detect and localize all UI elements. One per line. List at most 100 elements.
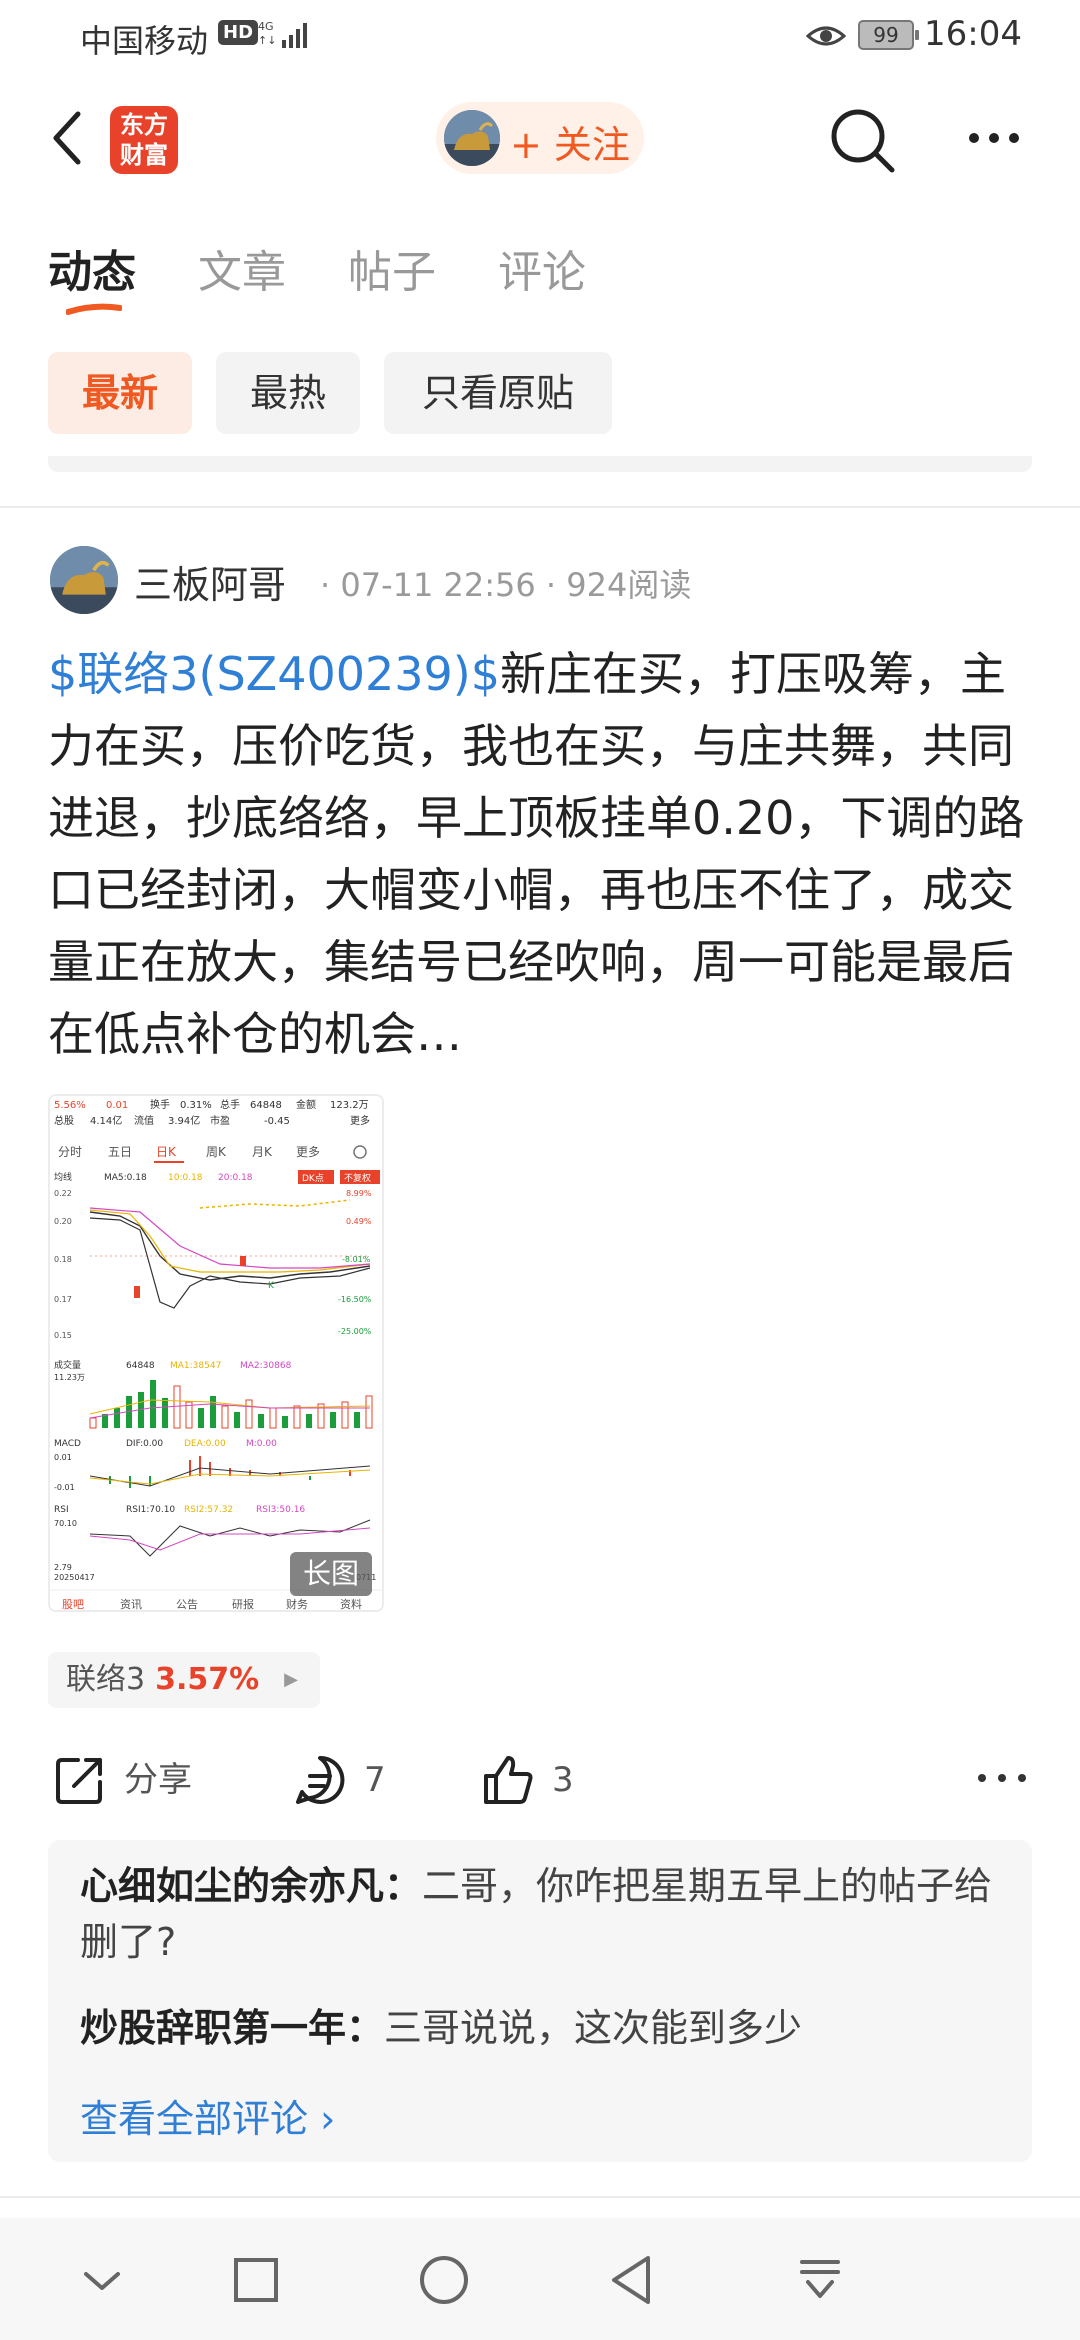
svg-text:MA1:38547: MA1:38547 [170, 1361, 221, 1371]
svg-text:RSI3:50.16: RSI3:50.16 [256, 1505, 305, 1515]
svg-text:换手: 换手 [150, 1098, 170, 1111]
comment-item[interactable]: 炒股辞职第一年：三哥说说，这次能到多少 [80, 2000, 1010, 2056]
bottom-divider [0, 2196, 1080, 2198]
long-image-badge: 长图 [290, 1552, 372, 1596]
svg-text:成交量: 成交量 [54, 1359, 81, 1371]
svg-text:20:0.18: 20:0.18 [218, 1173, 253, 1183]
author-name[interactable]: 三板阿哥 [134, 554, 286, 609]
svg-text:DK点: DK点 [302, 1173, 324, 1184]
svg-text:-0.01: -0.01 [54, 1483, 75, 1492]
back-triangle-icon[interactable] [602, 2250, 662, 2310]
svg-text:研报: 研报 [232, 1597, 254, 1611]
author-avatar[interactable] [50, 546, 118, 614]
post-more-icon[interactable] [976, 1768, 1028, 1788]
post-text: 新庄在买，打压吸筹，主力在买，压价吃货，我也在买，与庄共舞，共同进退，抄底络络，… [48, 647, 1025, 1061]
svg-text:RSI: RSI [54, 1505, 69, 1515]
comment-item[interactable]: 心细如尘的余亦凡：二哥，你咋把星期五早上的帖子给删了? [80, 1858, 1010, 1970]
filter-latest[interactable]: 最新 [48, 352, 192, 434]
svg-text:DEA:0.00: DEA:0.00 [184, 1439, 226, 1449]
svg-text:月K: 月K [252, 1145, 273, 1159]
svg-text:8.99%: 8.99% [346, 1189, 372, 1198]
stock-name: 联络3 [66, 1662, 146, 1697]
stock-quote-chip[interactable]: 联络3 3.57% ▶ [48, 1652, 320, 1708]
svg-text:周K: 周K [206, 1145, 227, 1159]
svg-text:M:0.00: M:0.00 [246, 1439, 277, 1449]
svg-text:20250417: 20250417 [54, 1573, 95, 1582]
svg-text:123.2万: 123.2万 [330, 1100, 369, 1111]
comment-count: 7 [364, 1759, 386, 1800]
svg-text:DIF:0.00: DIF:0.00 [126, 1439, 163, 1449]
share-icon [56, 1757, 102, 1804]
svg-text:更多: 更多 [296, 1145, 320, 1159]
tab-posts[interactable]: 帖子 [348, 236, 436, 300]
commenter-name[interactable]: 炒股辞职第一年： [80, 2006, 384, 2050]
comments-preview[interactable]: 心细如尘的余亦凡：二哥，你咋把星期五早上的帖子给删了? 炒股辞职第一年：三哥说说… [48, 1840, 1032, 2162]
svg-text:0.01: 0.01 [106, 1100, 128, 1111]
svg-text:分时: 分时 [58, 1145, 82, 1159]
svg-text:0.01: 0.01 [54, 1453, 72, 1462]
recent-apps-icon[interactable] [226, 2250, 286, 2310]
svg-text:资讯: 资讯 [120, 1598, 142, 1611]
svg-text:RSI2:57.32: RSI2:57.32 [184, 1505, 233, 1515]
play-arrow-icon: ▶ [284, 1669, 298, 1690]
collapsed-panel-edge [48, 456, 1032, 472]
svg-text:-0.45: -0.45 [264, 1116, 290, 1127]
stock-change: 3.57% [155, 1662, 260, 1697]
svg-text:MA2:30868: MA2:30868 [240, 1361, 292, 1371]
app-logo[interactable]: 东方 财富 [110, 106, 178, 174]
share-label: 分享 [124, 1759, 192, 1800]
svg-text:五日: 五日 [108, 1145, 132, 1159]
svg-text:金额: 金额 [296, 1098, 316, 1111]
carrier-name: 中国移动 [80, 22, 209, 60]
svg-text:日K: 日K [156, 1145, 177, 1159]
svg-text:-25.00%: -25.00% [338, 1327, 372, 1336]
tab-articles[interactable]: 文章 [198, 236, 286, 300]
more-options-icon[interactable] [964, 118, 1024, 158]
follow-button[interactable]: + 关注 [436, 102, 644, 174]
clock: 16:04 [924, 14, 1022, 54]
tab-comments[interactable]: 评论 [498, 236, 586, 300]
active-tab-indicator [66, 303, 122, 315]
like-button[interactable]: 3 [480, 1748, 574, 1808]
svg-text:3.94亿: 3.94亿 [168, 1114, 200, 1127]
back-arrow-icon[interactable] [48, 108, 88, 168]
status-bar: 中国移动 HD 4G ↑↓ 99 16:04 [0, 0, 1080, 72]
svg-text:更多: 更多 [350, 1114, 370, 1127]
svg-text:4.14亿: 4.14亿 [90, 1114, 122, 1127]
comment-button[interactable]: 7 [292, 1748, 386, 1808]
battery-indicator: 99 [858, 20, 919, 50]
chevron-down-icon[interactable] [72, 2250, 132, 2310]
svg-text:MACD: MACD [54, 1439, 81, 1449]
view-all-comments-link[interactable]: 查看全部评论 › [80, 2088, 335, 2143]
svg-text:0.31%: 0.31% [180, 1100, 212, 1111]
home-icon[interactable] [414, 2250, 474, 2310]
logo-text-2: 财富 [120, 141, 168, 169]
svg-text:70.10: 70.10 [54, 1519, 77, 1528]
svg-text:64848: 64848 [126, 1361, 155, 1371]
follow-label: + 关注 [510, 123, 630, 167]
hd-badge: HD [218, 20, 259, 45]
svg-text:2.79: 2.79 [54, 1563, 72, 1572]
svg-text:财务: 财务 [286, 1597, 308, 1611]
share-button[interactable]: 分享 [52, 1748, 192, 1808]
filter-original-only[interactable]: 只看原贴 [384, 352, 612, 434]
svg-text:-8.01%: -8.01% [342, 1255, 371, 1264]
post-image[interactable]: 5.56% 0.01 换手 0.31% 总手 64848 金额 123.2万 总… [48, 1094, 384, 1612]
search-icon[interactable] [826, 104, 898, 176]
svg-text:资料: 资料 [340, 1597, 362, 1611]
svg-text:MA5:0.18: MA5:0.18 [104, 1173, 147, 1183]
logo-text-1: 东方 [120, 111, 168, 139]
svg-text:流值: 流值 [134, 1114, 154, 1127]
svg-text:总股: 总股 [54, 1114, 74, 1127]
comment-text: 三哥说说，这次能到多少 [384, 2006, 803, 2050]
stock-tag-link[interactable]: $联络3(SZ400239)$ [48, 647, 500, 701]
commenter-name[interactable]: 心细如尘的余亦凡： [80, 1864, 422, 1908]
filter-hottest[interactable]: 最热 [216, 352, 360, 434]
tab-dynamic[interactable]: 动态 [48, 236, 136, 300]
notification-pull-icon[interactable] [790, 2250, 850, 2310]
svg-text:0.22: 0.22 [54, 1189, 72, 1198]
svg-text:RSI1:70.10: RSI1:70.10 [126, 1505, 175, 1515]
post-body[interactable]: $联络3(SZ400239)$新庄在买，打压吸筹，主力在买，压价吃货，我也在买，… [48, 638, 1038, 1070]
author-avatar-small [444, 110, 500, 166]
comment-icon [296, 1755, 345, 1804]
